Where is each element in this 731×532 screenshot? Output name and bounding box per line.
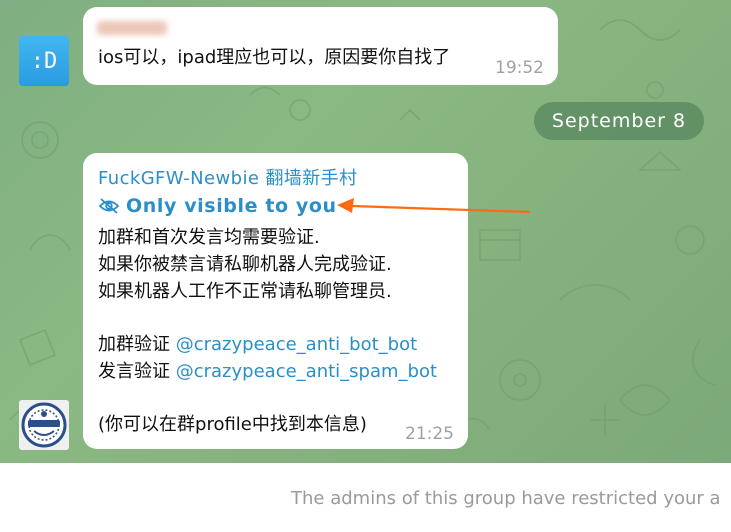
sender-name-blurred <box>97 21 167 35</box>
message-text: ios可以，ipad理应也可以，原因要你自找了 <box>98 47 451 68</box>
avatar-text: :D <box>30 48 58 74</box>
restricted-notice-bar: The admins of this group have restricted… <box>0 463 731 532</box>
message-line: 如果你被禁言请私聊机器人完成验证. <box>98 254 392 275</box>
message-time: 19:52 <box>495 58 544 78</box>
spam-bot-link[interactable]: @crazypeace_anti_spam_bot <box>176 361 437 382</box>
message-bubble[interactable]: FuckGFW-Newbie 翻墙新手村 Only visible to you… <box>83 153 468 449</box>
message-footer: (你可以在群profile中找到本信息) <box>98 414 367 435</box>
speak-verify-label: 发言验证 <box>98 361 170 382</box>
message-bubble[interactable]: ios可以，ipad理应也可以，原因要你自找了 19:52 <box>83 7 558 85</box>
date-separator: September 8 <box>534 102 704 140</box>
message-time: 21:25 <box>405 424 454 444</box>
join-bot-link[interactable]: @crazypeace_anti_bot_bot <box>176 334 417 355</box>
visibility-text: Only visible to you <box>126 195 337 217</box>
join-verify-label: 加群验证 <box>98 334 170 355</box>
join-verify-line: 加群验证 @crazypeace_anti_bot_bot <box>98 332 417 358</box>
avatar[interactable]: :D <box>19 36 69 86</box>
restricted-notice: The admins of this group have restricted… <box>291 488 721 509</box>
avatar[interactable] <box>19 400 69 450</box>
eye-off-icon <box>98 198 120 214</box>
message-line: 加群和首次发言均需要验证. <box>98 227 320 248</box>
visibility-label: Only visible to you <box>98 193 337 219</box>
sender-name[interactable]: FuckGFW-Newbie 翻墙新手村 <box>98 166 357 192</box>
message-line: 如果机器人工作不正常请私聊管理员. <box>98 281 392 302</box>
laughing-man-avatar <box>21 402 67 448</box>
speak-verify-line: 发言验证 @crazypeace_anti_spam_bot <box>98 359 437 385</box>
